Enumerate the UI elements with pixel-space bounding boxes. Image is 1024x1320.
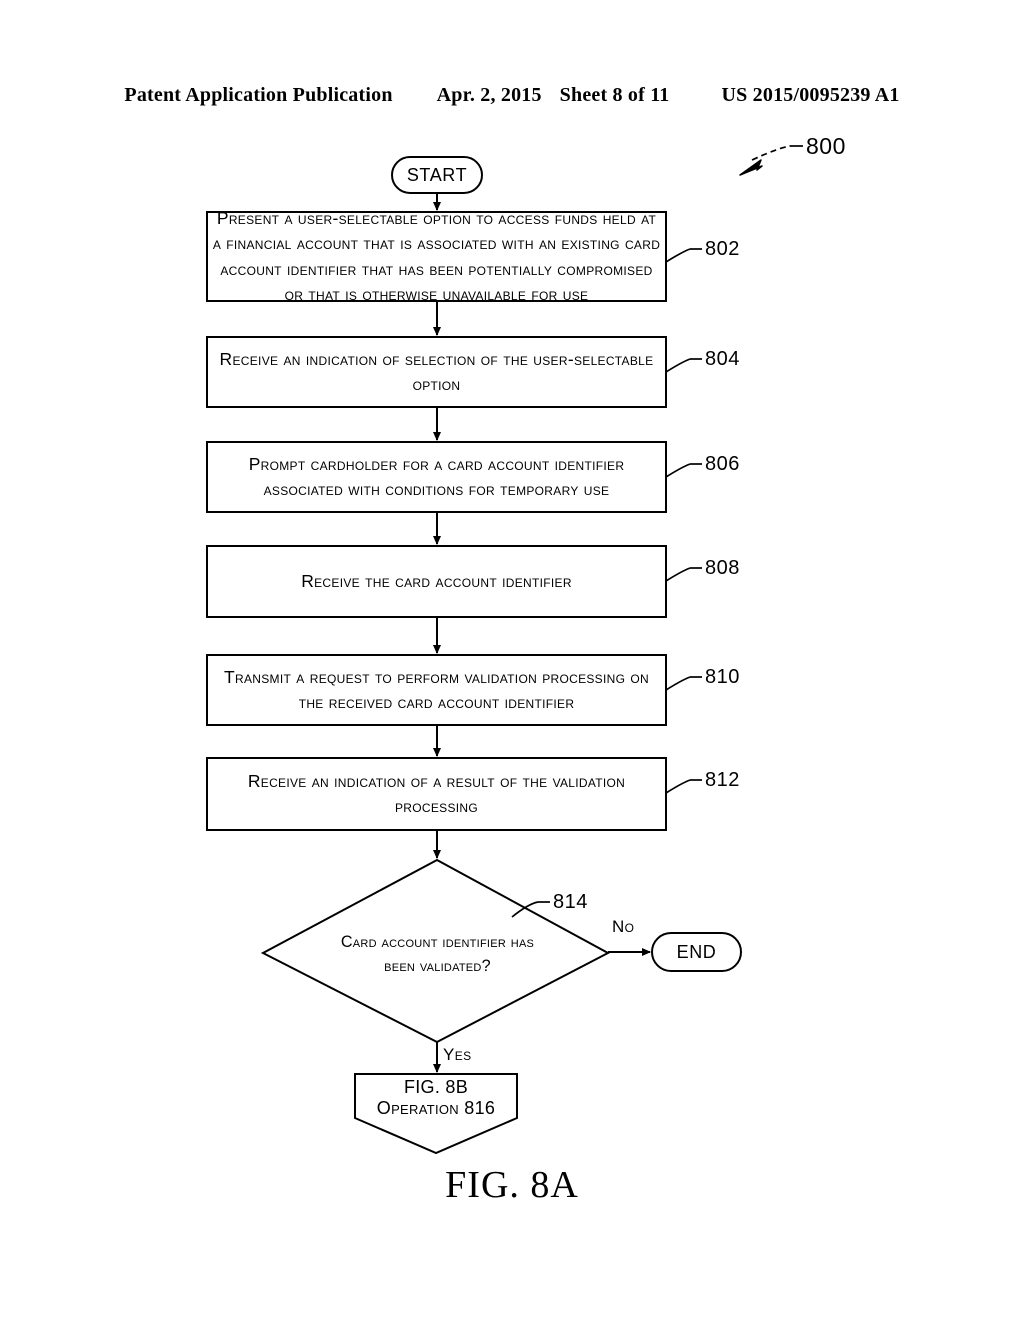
step-box-804	[206, 336, 667, 408]
ref-number-808: 808	[705, 557, 740, 579]
ref-number-802: 802	[705, 238, 740, 260]
leader-804	[665, 358, 691, 373]
ref-number-800: 800	[806, 133, 846, 159]
step-box-810	[206, 654, 667, 726]
leader-806	[665, 463, 691, 478]
leader-812	[665, 779, 691, 794]
leader-808	[665, 567, 691, 582]
flowchart-800: START Present a user-selectable option t…	[0, 0, 1024, 1320]
ref-number-814: 814	[553, 891, 588, 913]
step-box-812	[206, 757, 667, 831]
step-box-802	[206, 211, 667, 302]
step-box-808	[206, 545, 667, 618]
offpage-connector-shape	[354, 1073, 518, 1155]
leader-800	[751, 145, 791, 161]
leader-810	[665, 676, 691, 691]
step-box-806	[206, 441, 667, 513]
ref-number-810: 810	[705, 666, 740, 688]
leader-814	[511, 901, 539, 918]
start-terminator-shape	[391, 156, 483, 194]
figure-ref-arrow	[739, 159, 763, 176]
branch-label-yes: Yes	[443, 1045, 472, 1064]
decision-diamond-814	[260, 858, 611, 1044]
ref-number-812: 812	[705, 769, 740, 791]
branch-label-no: No	[612, 917, 635, 936]
connector-arrows	[433, 193, 651, 1073]
ref-number-804: 804	[705, 348, 740, 370]
reference-leaders	[511, 145, 791, 918]
figure-caption: FIG. 8A	[445, 1164, 579, 1206]
ref-number-806: 806	[705, 453, 740, 475]
leader-802	[665, 248, 691, 263]
end-terminator-shape	[651, 932, 742, 972]
flowchart-svg	[206, 145, 803, 1155]
